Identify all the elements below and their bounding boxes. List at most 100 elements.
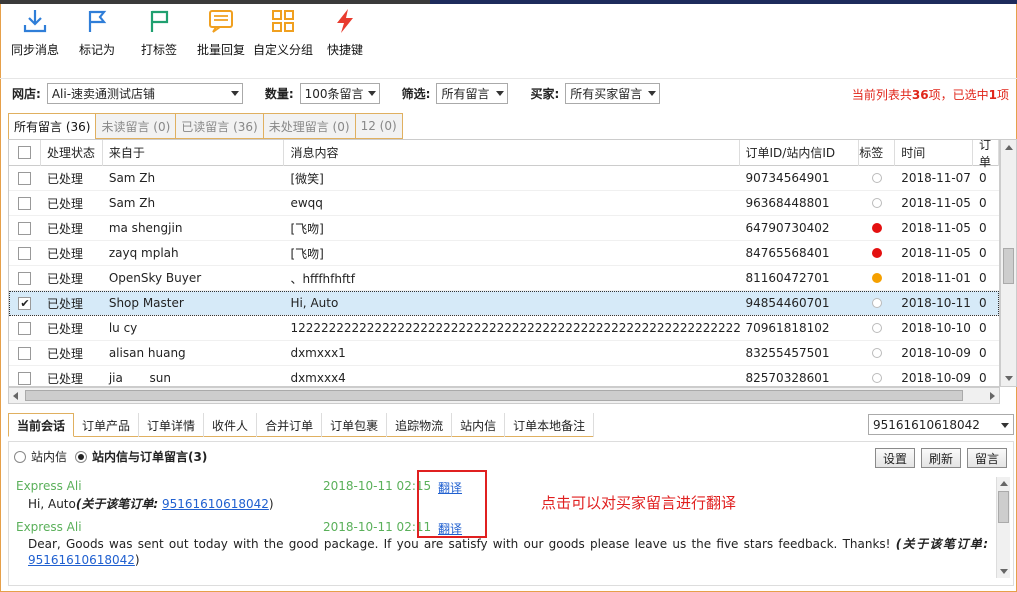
tag-dot-icon[interactable] — [872, 173, 883, 183]
order-select[interactable]: 95161610618042 — [868, 414, 1014, 435]
row-checkbox[interactable]: ✔ — [18, 296, 32, 310]
count-select[interactable]: 100条留言 — [299, 83, 380, 104]
tag-dot-icon[interactable] — [872, 348, 883, 358]
row-order: 0 — [979, 371, 987, 385]
custom-group-label: 自定义分组 — [252, 43, 313, 57]
table-row[interactable]: 已处理 Sam Zh ewqq 96368448801 2018-11-05 0 — [9, 191, 999, 216]
refresh-button[interactable]: 刷新 — [920, 448, 961, 468]
order-ref-end: ) — [134, 553, 140, 567]
message-text: Dear, Goods was sent out today with the … — [28, 537, 891, 551]
col-order[interactable]: 订单 — [973, 140, 999, 169]
tab-order-packages[interactable]: 订单包裹 — [322, 413, 388, 437]
row-order: 0 — [979, 196, 987, 210]
highlight-box — [417, 470, 487, 538]
row-status: 已处理 — [46, 246, 83, 261]
radio-site-message[interactable] — [14, 450, 26, 463]
table-row[interactable]: ✔ 已处理 Shop Master Hi, Auto 94854460701 2018-1… — [9, 291, 999, 316]
tab-unread[interactable]: 未读留言 (0) — [95, 113, 176, 139]
batch-reply-button[interactable]: 批量回复 — [190, 6, 252, 66]
message-scrollbar[interactable] — [996, 477, 1010, 578]
order-ref-link[interactable]: 95161610618042 — [162, 497, 269, 511]
table-row[interactable]: 已处理 jia sun dxmxxx4 82570328601 2018-10-09 0 — [9, 366, 999, 386]
lightning-icon — [337, 9, 353, 33]
row-checkbox[interactable] — [18, 271, 32, 285]
col-tag[interactable]: 标签 — [859, 140, 896, 166]
row-time: 2018-10-09 — [901, 346, 971, 360]
row-checkbox[interactable] — [18, 371, 32, 385]
row-status: 已处理 — [46, 346, 83, 361]
sync-label: 同步消息 — [10, 43, 59, 57]
table-row[interactable]: 已处理 ma shengjin [飞吻] 64790730402 2018-11-05 0 — [9, 216, 999, 241]
row-content: dxmxxx1 — [290, 346, 346, 360]
tab-read[interactable]: 已读留言 (36) — [175, 113, 263, 139]
sync-messages-button[interactable]: 同步消息 — [4, 6, 66, 66]
tag-dot-icon[interactable] — [872, 298, 883, 308]
table-row[interactable]: 已处理 Sam Zh [微笑] 90734564901 2018-11-07 0 — [9, 166, 999, 191]
row-content: [微笑] — [290, 171, 324, 186]
row-content: [飞吻] — [290, 221, 324, 236]
col-time[interactable]: 时间 — [895, 140, 974, 166]
row-checkbox[interactable] — [18, 171, 32, 185]
chevron-down-icon — [648, 91, 657, 96]
table-horizontal-scrollbar[interactable] — [8, 387, 1000, 404]
count-value: 100条留言 — [304, 87, 364, 101]
tag-dot-icon[interactable] — [872, 223, 883, 233]
select-all-checkbox[interactable] — [17, 146, 31, 159]
row-checkbox[interactable] — [18, 246, 32, 260]
status-total: 36 — [911, 88, 929, 102]
shortcut-button[interactable]: 快捷键 — [314, 6, 376, 66]
row-order-id: 64790730402 — [745, 221, 830, 235]
tag-dot-icon[interactable] — [872, 273, 883, 283]
table-row[interactable]: 已处理 zayq mplah [飞吻] 84765568401 2018-11-05 0 — [9, 241, 999, 266]
order-ref-link[interactable]: 95161610618042 — [28, 553, 135, 567]
tag-dot-icon[interactable] — [872, 323, 883, 333]
tag-dot-icon[interactable] — [872, 373, 883, 383]
col-order-id[interactable]: 订单ID/站内信ID — [740, 140, 860, 166]
settings-button[interactable]: 设置 — [874, 448, 915, 468]
row-checkbox[interactable] — [18, 346, 32, 360]
tab-order-products[interactable]: 订单产品 — [74, 413, 140, 437]
row-checkbox[interactable] — [18, 221, 32, 235]
tab-all[interactable]: 所有留言 (36) — [8, 113, 96, 139]
tab-recipient[interactable]: 收件人 — [204, 413, 258, 437]
shop-select[interactable]: Ali-速卖通测试店铺 — [46, 83, 243, 104]
tab-12[interactable]: 12 (0) — [354, 113, 403, 139]
table-row[interactable]: 已处理 alisan huang dxmxxx1 83255457501 2018-10… — [9, 341, 999, 366]
table-row[interactable]: 已处理 lu cy 12222222222222222222222222222222… — [9, 316, 999, 341]
tab-current-conversation[interactable]: 当前会话 — [8, 413, 75, 437]
row-checkbox[interactable] — [18, 196, 32, 210]
tab-tracking[interactable]: 追踪物流 — [387, 413, 453, 437]
tab-unprocessed[interactable]: 未处理留言 (0) — [262, 113, 355, 139]
tab-order-details[interactable]: 订单详情 — [139, 413, 205, 437]
message-sender: Express Ali — [16, 520, 82, 534]
screen-select[interactable]: 所有留言 — [436, 83, 509, 104]
tag-dot-icon[interactable] — [872, 248, 883, 258]
buyer-select[interactable]: 所有买家留言 — [565, 83, 661, 104]
row-time: 2018-11-05 — [901, 221, 971, 235]
tab-local-notes[interactable]: 订单本地备注 — [505, 413, 595, 437]
row-order-id: 90734564901 — [745, 171, 830, 185]
message-list: Express Ali 2018-10-11 02:15 翻译 Hi, Auto… — [16, 476, 994, 578]
flag-icon — [88, 10, 107, 32]
count-label: 数量: — [264, 87, 294, 101]
row-from: OpenSky Buyer — [108, 271, 202, 285]
message-tabs: 所有留言 (36) 未读留言 (0) 已读留言 (36) 未处理留言 (0) 1… — [8, 113, 403, 139]
col-content[interactable]: 消息内容 — [284, 140, 740, 166]
custom-group-button[interactable]: 自定义分组 — [252, 6, 314, 66]
reply-button[interactable]: 留言 — [966, 448, 1007, 468]
col-status[interactable]: 处理状态 — [41, 140, 103, 166]
tab-site-messages[interactable]: 站内信 — [452, 413, 506, 437]
row-checkbox[interactable] — [18, 321, 32, 335]
row-from: lu cy — [108, 321, 138, 335]
status-selected: 1 — [988, 88, 997, 102]
tag-dot-icon[interactable] — [872, 198, 883, 208]
mark-as-button[interactable]: 标记为 — [66, 6, 128, 66]
table-row[interactable]: 已处理 OpenSky Buyer 、hfffhfhftf 81160472701 20… — [9, 266, 999, 291]
col-from[interactable]: 来自于 — [103, 140, 285, 166]
tag-button[interactable]: 打标签 — [128, 6, 190, 66]
order-select-value: 95161610618042 — [873, 417, 980, 432]
table-vertical-scrollbar[interactable] — [1000, 139, 1017, 387]
radio-site-and-order[interactable] — [75, 450, 88, 463]
tab-merge-orders[interactable]: 合并订单 — [257, 413, 323, 437]
chevron-down-icon — [230, 91, 239, 96]
